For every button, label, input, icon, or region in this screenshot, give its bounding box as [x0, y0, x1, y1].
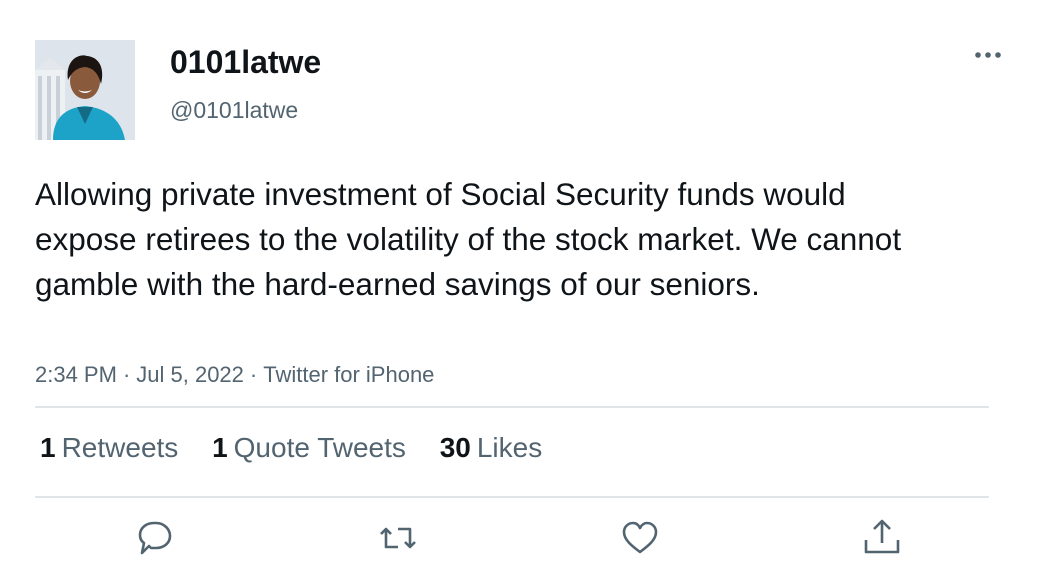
reply-button[interactable] — [133, 516, 177, 560]
tweet-time[interactable]: 2:34 PM — [35, 362, 117, 387]
retweets-count: 1 — [40, 432, 56, 463]
divider — [35, 406, 989, 408]
tweet-source[interactable]: Twitter for iPhone — [263, 362, 434, 387]
tweet-text: Allowing private investment of Social Se… — [35, 176, 902, 302]
share-button[interactable] — [860, 516, 904, 560]
avatar[interactable] — [35, 40, 135, 140]
avatar-image — [35, 40, 135, 140]
tweet-date[interactable]: Jul 5, 2022 — [136, 362, 244, 387]
divider — [35, 496, 989, 498]
engagement-stats: 1 Retweets 1 Quote Tweets 30 Likes — [40, 432, 568, 464]
likes-label: Likes — [476, 432, 543, 463]
like-button[interactable] — [618, 516, 662, 560]
display-name[interactable]: 0101latwe — [170, 44, 321, 81]
like-icon — [622, 521, 658, 554]
reply-icon — [138, 521, 172, 555]
user-handle[interactable]: @0101latwe — [170, 97, 298, 124]
quote-tweets-stat[interactable]: 1 Quote Tweets — [212, 432, 406, 464]
separator: · — [249, 362, 258, 387]
retweet-icon — [380, 527, 416, 549]
separator: · — [122, 362, 131, 387]
tweet-metadata: 2:34 PM · Jul 5, 2022 · Twitter for iPhone — [35, 362, 434, 388]
retweets-stat[interactable]: 1 Retweets — [40, 432, 178, 464]
quote-tweets-count: 1 — [212, 432, 228, 463]
likes-count: 30 — [439, 432, 471, 463]
more-options-button[interactable] — [972, 40, 1006, 70]
quote-tweets-label: Quote Tweets — [233, 432, 406, 463]
more-dots-icon — [975, 52, 1001, 58]
share-icon — [864, 519, 900, 554]
retweet-button[interactable] — [376, 516, 420, 560]
retweets-label: Retweets — [61, 432, 179, 463]
likes-stat[interactable]: 30 Likes — [440, 432, 543, 464]
